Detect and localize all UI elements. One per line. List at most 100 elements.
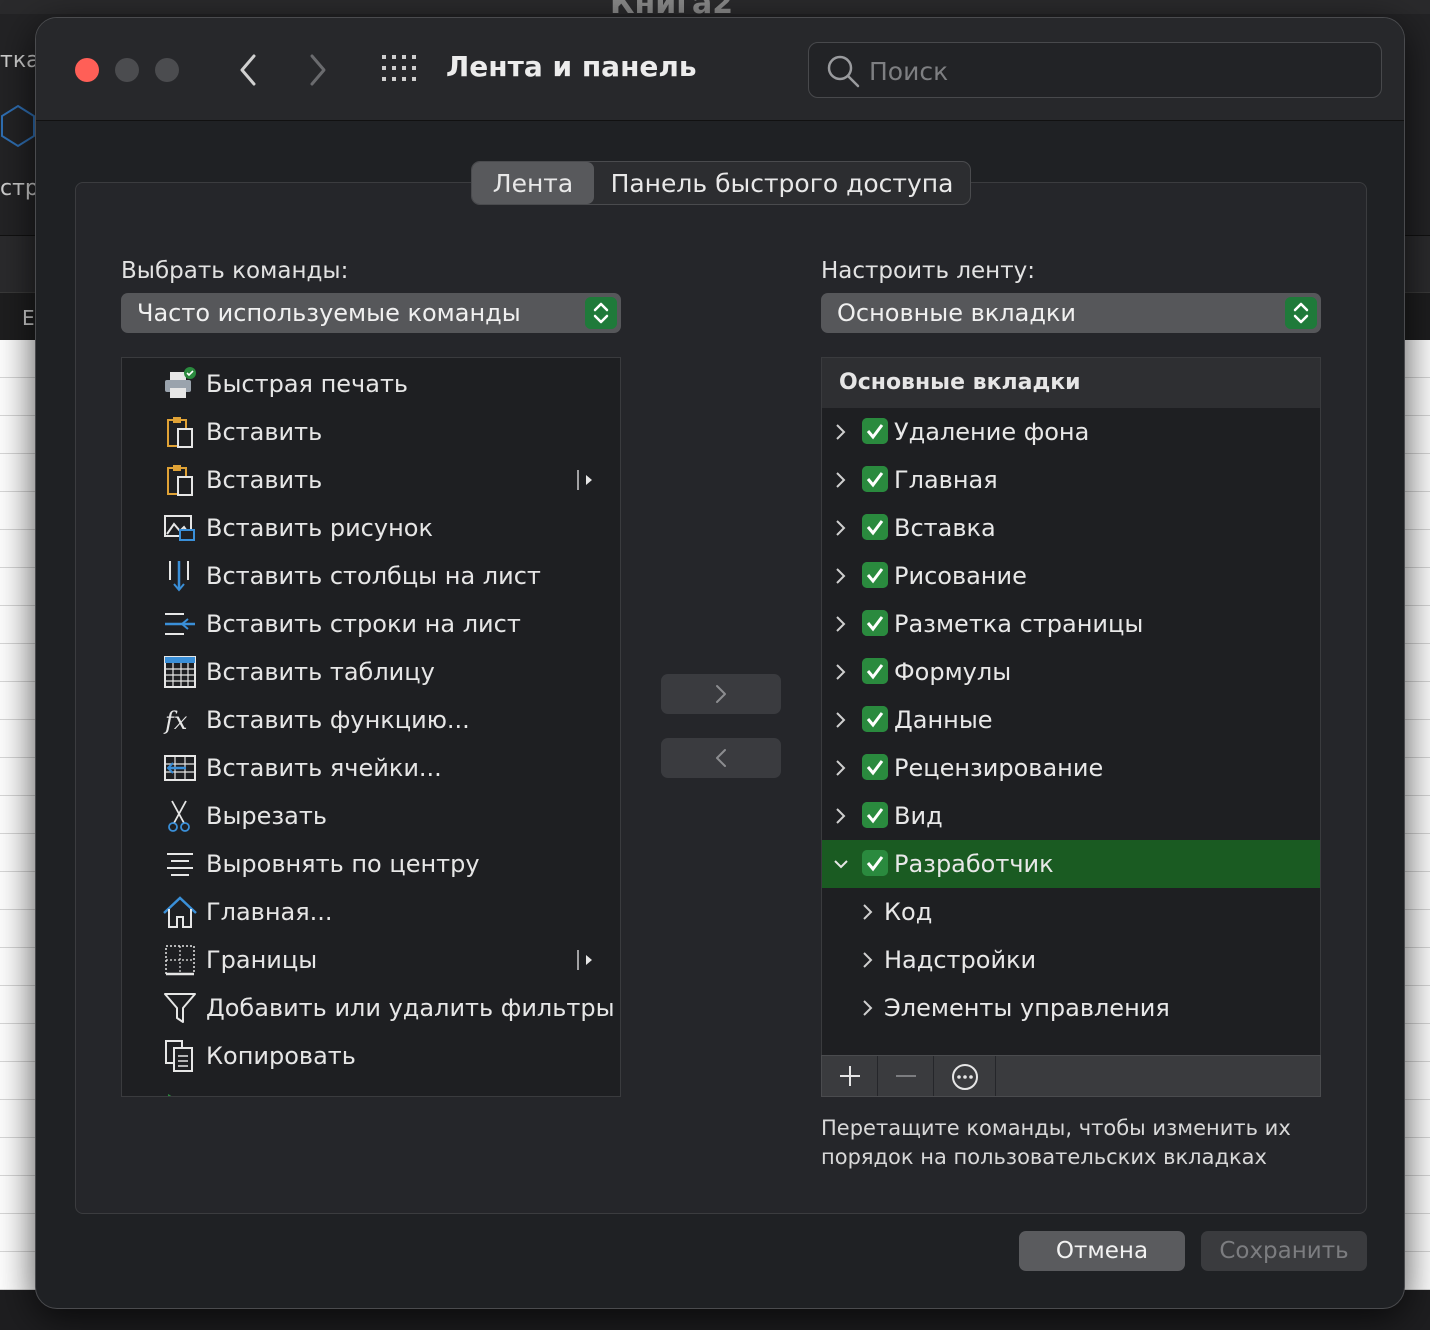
list-item[interactable]: Быстрая печать bbox=[122, 360, 620, 408]
checkbox[interactable] bbox=[862, 850, 888, 876]
background-hexagon-icon bbox=[1, 104, 35, 148]
checkbox[interactable] bbox=[862, 418, 888, 444]
chevron-right-icon[interactable] bbox=[832, 564, 850, 588]
search-input[interactable] bbox=[869, 51, 1369, 91]
tree-row-selected[interactable]: Разработчик bbox=[822, 840, 1320, 888]
list-item[interactable]: Вставить рисунок bbox=[122, 504, 620, 552]
list-item[interactable]: Границы bbox=[122, 936, 620, 984]
list-item[interactable]: Вставить bbox=[122, 456, 620, 504]
chevron-right-icon[interactable] bbox=[832, 660, 850, 684]
checkbox[interactable] bbox=[862, 802, 888, 828]
tree-row[interactable]: Удаление фона bbox=[822, 408, 1320, 456]
ribbon-tabs-popup[interactable]: Основные вкладки bbox=[821, 293, 1321, 333]
chevron-right-icon[interactable] bbox=[832, 804, 850, 828]
checkbox[interactable] bbox=[862, 562, 888, 588]
commands-source-value: Часто используемые команды bbox=[137, 299, 521, 327]
search-field[interactable] bbox=[808, 42, 1382, 98]
ribbon-tabs-tree[interactable]: Основные вкладки Удаление фона Главная В… bbox=[821, 357, 1321, 1057]
commands-list[interactable]: Быстрая печать Вставить Вставить Вставит… bbox=[121, 357, 621, 1097]
show-all-grid-icon[interactable] bbox=[381, 54, 417, 84]
forward-chevron-icon[interactable] bbox=[304, 52, 332, 88]
checkbox[interactable] bbox=[862, 658, 888, 684]
list-item[interactable]: Вырезать bbox=[122, 792, 620, 840]
list-item[interactable]: Главная... bbox=[122, 888, 620, 936]
commands-source-popup[interactable]: Часто используемые команды bbox=[121, 293, 621, 333]
minus-icon bbox=[896, 1075, 916, 1077]
list-item[interactable]: Вставить строки на лист bbox=[122, 600, 620, 648]
chevron-right-icon[interactable] bbox=[832, 612, 850, 636]
zoom-button[interactable] bbox=[155, 58, 179, 82]
function-icon: fx bbox=[163, 707, 188, 735]
insert-table-icon bbox=[164, 656, 196, 688]
close-button[interactable] bbox=[75, 58, 99, 82]
tree-row[interactable]: Данные bbox=[822, 696, 1320, 744]
list-item[interactable]: Вставить ячейки... bbox=[122, 744, 620, 792]
chevron-right-icon[interactable] bbox=[832, 468, 850, 492]
tree-row-label: Данные bbox=[894, 706, 993, 734]
list-item-partial[interactable] bbox=[122, 1080, 620, 1096]
tab-quick-access-toolbar[interactable]: Панель быстрого доступа bbox=[594, 162, 970, 204]
chevron-right-icon[interactable] bbox=[832, 420, 850, 444]
list-item-label: Границы bbox=[206, 946, 318, 974]
back-chevron-icon[interactable] bbox=[234, 52, 262, 88]
tree-row[interactable]: Вид bbox=[822, 792, 1320, 840]
filter-icon bbox=[164, 993, 196, 1023]
list-item-label: Вставить ячейки... bbox=[206, 754, 442, 782]
tree-child-row[interactable]: Элементы управления bbox=[822, 984, 1320, 1032]
add-to-ribbon-button[interactable] bbox=[661, 674, 781, 714]
tree-child-label: Код bbox=[884, 898, 933, 926]
tree-row[interactable]: Рецензирование bbox=[822, 744, 1320, 792]
tree-child-label: Надстройки bbox=[884, 946, 1037, 974]
chevron-right-icon[interactable] bbox=[860, 948, 876, 972]
minimize-button[interactable] bbox=[115, 58, 139, 82]
list-item-label: Вставить строки на лист bbox=[206, 610, 521, 638]
chevron-right-icon[interactable] bbox=[832, 708, 850, 732]
dialog-title: Лента и панель bbox=[446, 50, 697, 83]
checkbox[interactable] bbox=[862, 610, 888, 636]
chevron-right-icon[interactable] bbox=[832, 516, 850, 540]
list-item[interactable]: fx Вставить функцию... bbox=[122, 696, 620, 744]
list-item[interactable]: Выровнять по центру bbox=[122, 840, 620, 888]
chevron-down-icon[interactable] bbox=[832, 852, 850, 876]
dialog-toolbar: Лента и панель bbox=[36, 18, 1404, 121]
tree-row[interactable]: Формулы bbox=[822, 648, 1320, 696]
tree-row-label: Главная bbox=[894, 466, 998, 494]
list-item[interactable]: Вставить столбцы на лист bbox=[122, 552, 620, 600]
list-item-label: Вставить bbox=[206, 466, 323, 494]
tree-row[interactable]: Разметка страницы bbox=[822, 600, 1320, 648]
tree-row[interactable]: Вставка bbox=[822, 504, 1320, 552]
tree-toolbar bbox=[821, 1055, 1321, 1097]
cancel-button[interactable]: Отмена bbox=[1019, 1231, 1185, 1271]
chevron-right-icon[interactable] bbox=[860, 900, 876, 924]
customize-ribbon-label: Настроить ленту: bbox=[821, 258, 1035, 284]
remove-button[interactable] bbox=[878, 1056, 934, 1096]
list-item[interactable]: Добавить или удалить фильтры bbox=[122, 984, 620, 1032]
list-item-label: Вставить рисунок bbox=[206, 514, 433, 542]
tree-child-row[interactable]: Надстройки bbox=[822, 936, 1320, 984]
list-item[interactable]: Вставить таблицу bbox=[122, 648, 620, 696]
list-item-label: Вставить таблицу bbox=[206, 658, 435, 686]
chevron-right-icon[interactable] bbox=[860, 996, 876, 1020]
insert-cells-icon bbox=[164, 755, 196, 781]
submenu-arrow-icon bbox=[577, 470, 592, 490]
search-icon bbox=[827, 55, 860, 88]
tree-row[interactable]: Главная bbox=[822, 456, 1320, 504]
checkbox[interactable] bbox=[862, 754, 888, 780]
chevron-right-icon[interactable] bbox=[832, 756, 850, 780]
home-icon bbox=[163, 896, 197, 928]
checkbox[interactable] bbox=[862, 706, 888, 732]
tree-row[interactable]: Рисование bbox=[822, 552, 1320, 600]
list-item[interactable]: Копировать bbox=[122, 1032, 620, 1080]
more-options-button[interactable] bbox=[934, 1056, 996, 1096]
save-button[interactable]: Сохранить bbox=[1201, 1231, 1367, 1271]
list-item[interactable]: Вставить bbox=[122, 408, 620, 456]
checkbox[interactable] bbox=[862, 466, 888, 492]
remove-from-ribbon-button[interactable] bbox=[661, 738, 781, 778]
tree-row-label: Вид bbox=[894, 802, 943, 830]
checkbox[interactable] bbox=[862, 514, 888, 540]
tab-switcher: Лента Панель быстрого доступа bbox=[471, 161, 971, 205]
tab-ribbon[interactable]: Лента bbox=[472, 162, 594, 204]
background-column-letter: E bbox=[22, 306, 35, 330]
tree-child-row[interactable]: Код bbox=[822, 888, 1320, 936]
add-button[interactable] bbox=[822, 1056, 878, 1096]
